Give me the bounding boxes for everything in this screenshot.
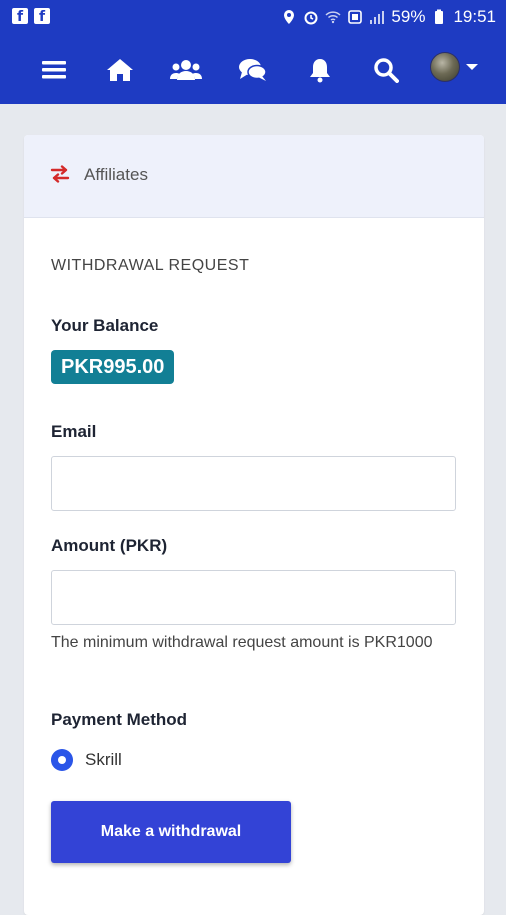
- exchange-icon: [50, 165, 70, 183]
- facebook-icon: f: [34, 8, 50, 25]
- section-title: WITHDRAWAL REQUEST: [51, 257, 250, 274]
- status-bar: f f 59% 19:51: [0, 0, 506, 34]
- chat-icon[interactable]: [237, 54, 269, 86]
- page-title: Affiliates: [84, 165, 148, 184]
- help-text: The minimum withdrawal request amount is…: [51, 634, 433, 651]
- balance-label: Your Balance: [51, 316, 159, 335]
- radio-label: Skrill: [85, 750, 122, 769]
- nav-bar: [0, 44, 506, 92]
- payment-method-label: Payment Method: [51, 710, 188, 729]
- nfc-icon: [348, 10, 363, 24]
- radio-button[interactable]: [51, 749, 73, 771]
- users-icon[interactable]: [170, 54, 202, 86]
- card-header: Affiliates: [24, 135, 484, 218]
- location-icon: [284, 10, 295, 24]
- notification-icons: f f: [12, 8, 50, 25]
- email-label: Email: [51, 422, 97, 441]
- bell-icon[interactable]: [304, 54, 336, 86]
- top-app-bar: f f 59% 19:51: [0, 0, 506, 104]
- facebook-icon: f: [12, 8, 28, 25]
- balance-badge: PKR995.00: [51, 350, 175, 384]
- home-icon[interactable]: [104, 54, 136, 86]
- amount-label: Amount (PKR): [51, 536, 168, 555]
- battery-percent: 59%: [391, 7, 426, 26]
- amount-field[interactable]: [51, 570, 456, 625]
- signal-icon: [370, 11, 385, 24]
- email-field[interactable]: [51, 456, 456, 511]
- clock: 19:51: [453, 7, 496, 26]
- alarm-icon: [304, 11, 318, 25]
- make-withdrawal-button[interactable]: Make a withdrawal: [51, 801, 291, 863]
- chevron-down-icon[interactable]: [466, 64, 478, 70]
- payment-option-skrill[interactable]: Skrill: [51, 749, 122, 771]
- wifi-icon: [325, 11, 341, 24]
- menu-icon[interactable]: [38, 54, 70, 86]
- status-icons: 59% 19:51: [281, 6, 496, 28]
- radio-dot: [58, 756, 66, 764]
- avatar[interactable]: [430, 52, 460, 82]
- search-icon[interactable]: [370, 54, 402, 86]
- withdrawal-card: Affiliates WITHDRAWAL REQUEST Your Balan…: [24, 135, 484, 915]
- battery-icon: [435, 9, 444, 24]
